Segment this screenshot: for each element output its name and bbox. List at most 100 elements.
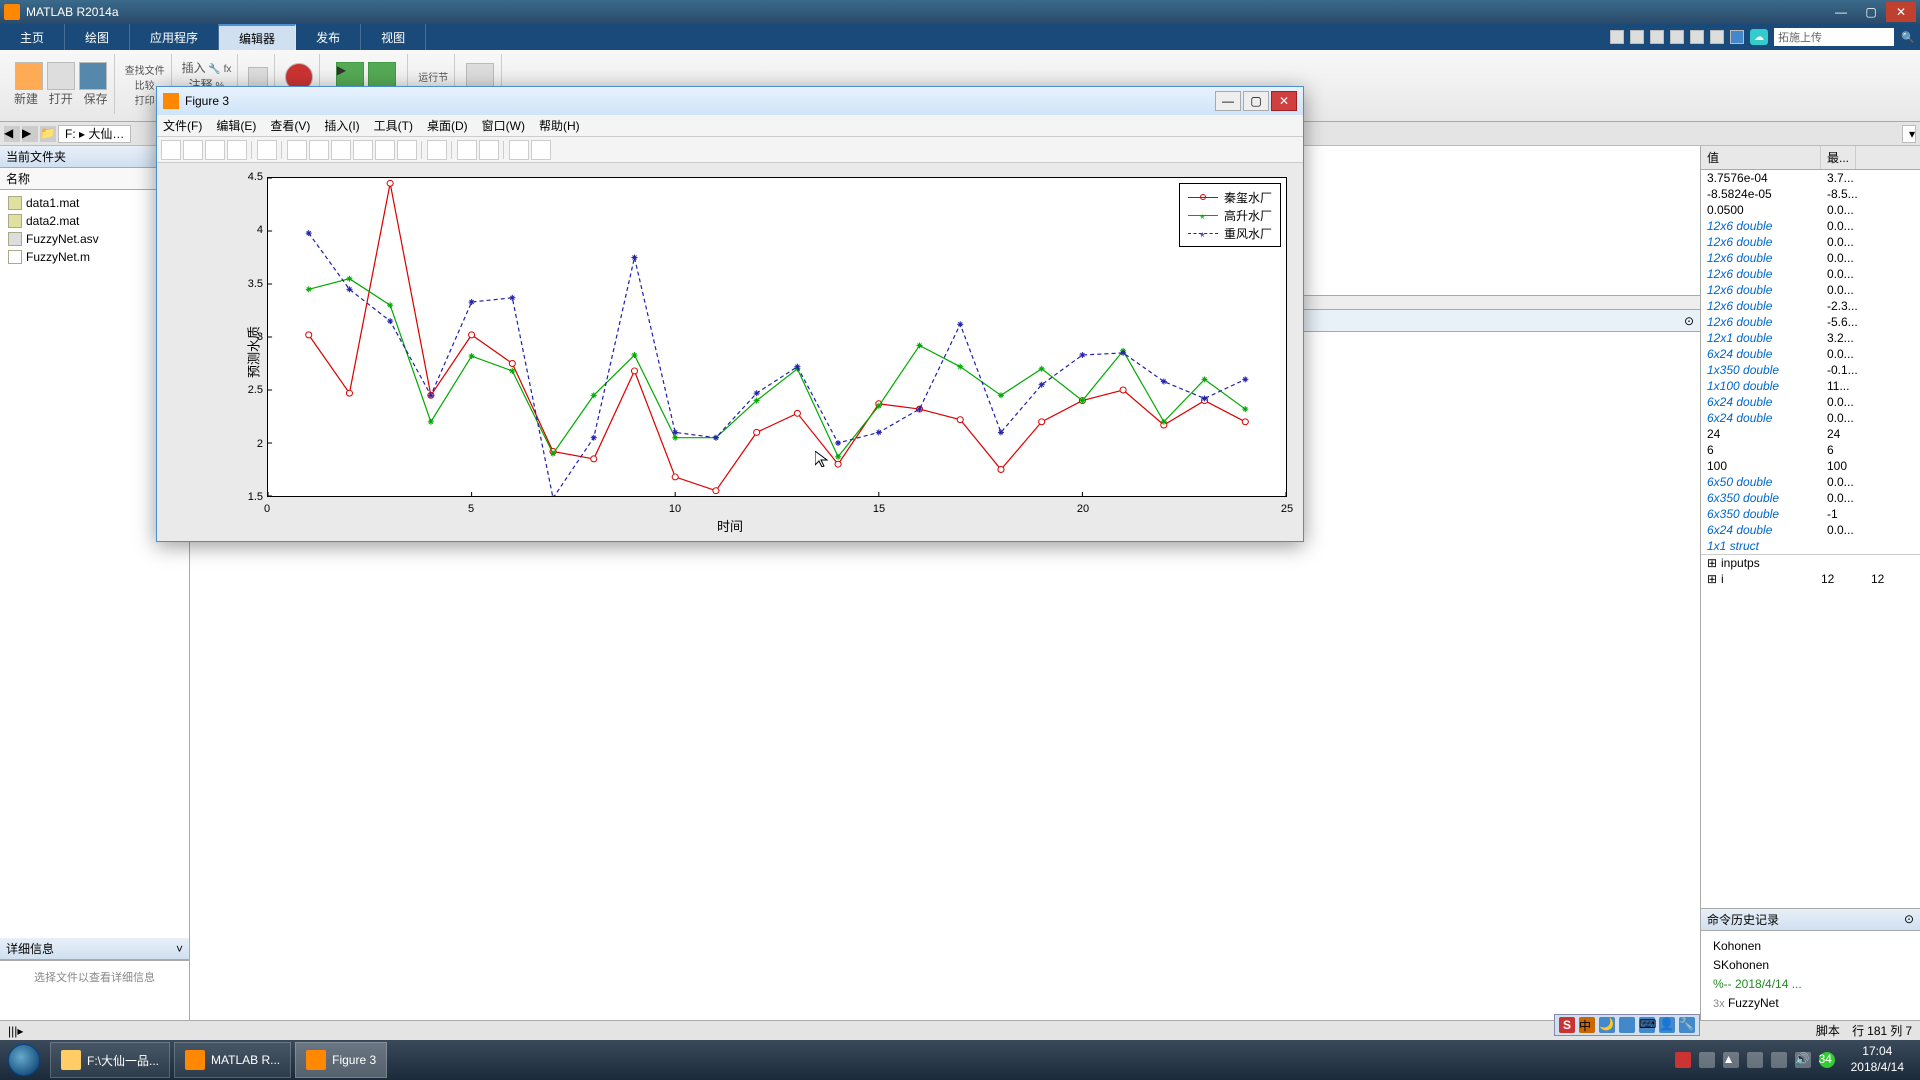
find-files-label[interactable]: 查找文件 (125, 62, 165, 77)
menu-window[interactable]: 窗口(W) (482, 117, 525, 134)
fig-datacursor-icon[interactable] (375, 140, 395, 160)
quick-icon[interactable] (1630, 30, 1644, 44)
menu-edit[interactable]: 编辑(E) (216, 117, 256, 134)
ime-icon[interactable] (1619, 1017, 1635, 1033)
workspace-row[interactable]: 12x6 double0.0... (1701, 266, 1920, 282)
fig-layout-icon[interactable] (531, 140, 551, 160)
help-icon[interactable] (1730, 30, 1744, 44)
doc-search[interactable]: 🔍 (1900, 28, 1916, 46)
ws-extra-row[interactable]: ⊞inputps (1701, 554, 1920, 571)
taskbar-clock[interactable]: 17:04 2018/4/14 (1843, 1044, 1912, 1075)
workspace-row[interactable]: 66 (1701, 442, 1920, 458)
history-options-icon[interactable]: ⊙ (1904, 912, 1914, 926)
fig-save-icon[interactable] (205, 140, 225, 160)
workspace-row[interactable]: -8.5824e-05-8.5... (1701, 186, 1920, 202)
run-section-label[interactable]: 运行节 (418, 69, 448, 84)
workspace-row[interactable]: 12x1 double3.2... (1701, 330, 1920, 346)
history-item[interactable]: 3x FuzzyNet (1713, 994, 1908, 1014)
tray-volume-icon[interactable]: 🔊 (1795, 1052, 1811, 1068)
compare-label[interactable]: 比较 (135, 77, 155, 92)
ime-icon[interactable]: 中 (1579, 1017, 1595, 1033)
col-value[interactable]: 值 (1701, 146, 1821, 169)
tray-battery-icon[interactable] (1771, 1052, 1787, 1068)
fig-maximize-button[interactable]: ▢ (1243, 91, 1269, 111)
fig-new-icon[interactable] (161, 140, 181, 160)
cloud-upload-label[interactable]: 拓施上传 (1774, 28, 1894, 46)
tab-plot[interactable]: 绘图 (65, 24, 130, 50)
details-collapse-icon[interactable]: ˅ (176, 942, 183, 956)
workspace-row[interactable]: 1x1 struct (1701, 538, 1920, 554)
workspace-row[interactable]: 6x350 double0.0... (1701, 490, 1920, 506)
menu-desktop[interactable]: 桌面(D) (427, 117, 468, 134)
cloud-icon[interactable]: ☁ (1750, 29, 1768, 45)
quick-icon[interactable] (1670, 30, 1684, 44)
cmd-options-icon[interactable]: ⊙ (1684, 314, 1694, 328)
history-item[interactable]: %-- 2018/4/14 ... (1713, 975, 1908, 994)
fig-legend-icon[interactable] (479, 140, 499, 160)
ws-extra-row[interactable]: ⊞i 12 12 (1701, 571, 1920, 587)
workspace-row[interactable]: 1x100 double11... (1701, 378, 1920, 394)
workspace-row[interactable]: 12x6 double0.0... (1701, 218, 1920, 234)
workspace-row[interactable]: 0.05000.0... (1701, 202, 1920, 218)
ime-icon[interactable]: ⌨ (1639, 1017, 1655, 1033)
menu-file[interactable]: 文件(F) (163, 117, 202, 134)
insert-label[interactable]: 插入 (182, 61, 206, 75)
start-button[interactable] (0, 1040, 48, 1080)
workspace-row[interactable]: 12x6 double0.0... (1701, 234, 1920, 250)
tray-icon[interactable]: ▲ (1723, 1052, 1739, 1068)
tray-icon[interactable] (1699, 1052, 1715, 1068)
workspace-row[interactable]: 6x24 double0.0... (1701, 522, 1920, 538)
workspace-row[interactable]: 2424 (1701, 426, 1920, 442)
fig-rotate-icon[interactable] (353, 140, 373, 160)
workspace-row[interactable]: 6x24 double0.0... (1701, 410, 1920, 426)
fig-pan-icon[interactable] (331, 140, 351, 160)
ime-icon[interactable]: 🔧 (1679, 1017, 1695, 1033)
print-label[interactable]: 打印 (135, 92, 155, 107)
taskbar-item[interactable]: Figure 3 (295, 1042, 387, 1078)
up-icon[interactable]: 📁 (40, 126, 56, 142)
tab-publish[interactable]: 发布 (296, 24, 361, 50)
workspace-row[interactable]: 12x6 double0.0... (1701, 282, 1920, 298)
fig-pointer-icon[interactable] (257, 140, 277, 160)
workspace-row[interactable]: 12x6 double-2.3... (1701, 298, 1920, 314)
workspace-row[interactable]: 100100 (1701, 458, 1920, 474)
back-icon[interactable]: ◀ (4, 126, 20, 142)
fig-link-icon[interactable] (427, 140, 447, 160)
path-field[interactable]: F: ▸ 大仙… (58, 125, 131, 143)
menu-view[interactable]: 查看(V) (270, 117, 310, 134)
fig-brush-icon[interactable] (397, 140, 417, 160)
ime-icon[interactable]: 👤 (1659, 1017, 1675, 1033)
fig-zoomin-icon[interactable] (287, 140, 307, 160)
fig-colorbar-icon[interactable] (457, 140, 477, 160)
workspace-row[interactable]: 6x24 double0.0... (1701, 394, 1920, 410)
tab-editor[interactable]: 编辑器 (219, 24, 296, 50)
sogou-icon[interactable]: S (1559, 1017, 1575, 1033)
tray-icon[interactable]: 34 (1819, 1052, 1835, 1068)
tab-home[interactable]: 主页 (0, 24, 65, 50)
fig-open-icon[interactable] (183, 140, 203, 160)
tray-shield-icon[interactable] (1747, 1052, 1763, 1068)
path-dropdown[interactable]: ▾ (1902, 125, 1916, 143)
ime-icon[interactable]: 🌙 (1599, 1017, 1615, 1033)
tab-view[interactable]: 视图 (361, 24, 426, 50)
workspace-row[interactable]: 12x6 double0.0... (1701, 250, 1920, 266)
quick-icon[interactable] (1690, 30, 1704, 44)
figure-titlebar[interactable]: Figure 3 — ▢ ✕ (157, 87, 1303, 115)
col-min[interactable]: 最... (1821, 146, 1856, 169)
fig-print-icon[interactable] (227, 140, 247, 160)
workspace-row[interactable]: 6x24 double0.0... (1701, 346, 1920, 362)
menu-help[interactable]: 帮助(H) (539, 117, 580, 134)
fig-close-button[interactable]: ✕ (1271, 91, 1297, 111)
fig-layout-icon[interactable] (509, 140, 529, 160)
save-icon[interactable] (79, 62, 107, 90)
taskbar-item[interactable]: F:\大仙一品... (50, 1042, 170, 1078)
workspace-row[interactable]: 3.7576e-043.7... (1701, 170, 1920, 186)
workspace-row[interactable]: 6x350 double-1 (1701, 506, 1920, 522)
forward-icon[interactable]: ▶ (22, 126, 38, 142)
maximize-button[interactable]: ▢ (1856, 2, 1886, 22)
chart-axes[interactable] (267, 177, 1287, 497)
new-icon[interactable] (15, 62, 43, 90)
chart-legend[interactable]: 秦玺水厂 *高升水厂 *重风水厂 (1179, 183, 1281, 247)
fig-zoomout-icon[interactable] (309, 140, 329, 160)
fig-minimize-button[interactable]: — (1215, 91, 1241, 111)
